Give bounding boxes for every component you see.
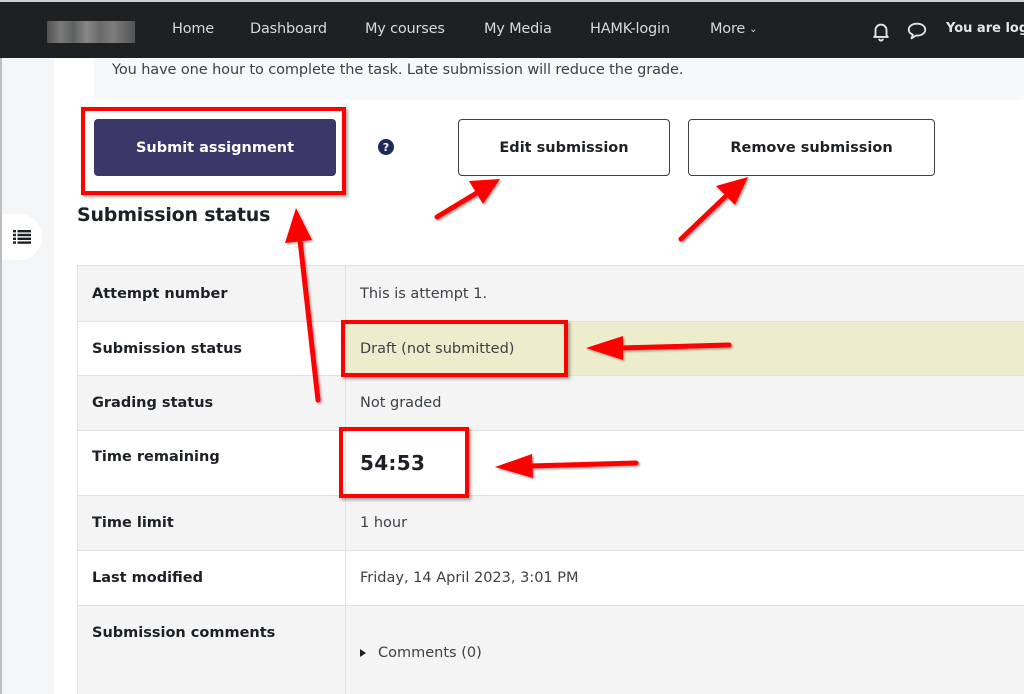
assignment-notice: You have one hour to complete the task. … xyxy=(94,58,1024,100)
site-logo[interactable] xyxy=(47,21,135,43)
caret-right-icon xyxy=(360,649,366,657)
chat-bubble-icon[interactable] xyxy=(906,20,928,42)
table-row: Attempt number This is attempt 1. xyxy=(77,265,1024,322)
comments-toggle[interactable]: Comments (0) xyxy=(360,645,482,661)
row-label: Time limit xyxy=(77,495,346,551)
nav-dashboard[interactable]: Dashboard xyxy=(250,21,327,37)
edit-submission-button[interactable]: Edit submission xyxy=(458,119,670,176)
submit-assignment-button[interactable]: Submit assignment xyxy=(94,119,336,176)
arrow-to-remove xyxy=(678,177,748,242)
row-label: Submission comments xyxy=(77,605,346,694)
course-index-toggle[interactable] xyxy=(2,214,42,260)
row-value: Comments (0) xyxy=(345,605,1024,694)
submission-status-heading: Submission status xyxy=(77,204,271,226)
nav-more[interactable]: More ⌄ xyxy=(710,21,758,37)
table-row: Time limit 1 hour xyxy=(77,495,1024,551)
row-label: Attempt number xyxy=(77,265,346,322)
nav-more-label: More xyxy=(710,21,746,37)
time-remaining-timer: 54:53 xyxy=(360,451,426,475)
chevron-down-icon: ⌄ xyxy=(749,24,758,35)
remove-submission-button[interactable]: Remove submission xyxy=(688,119,935,176)
bell-icon[interactable] xyxy=(870,20,892,42)
row-label: Submission status xyxy=(77,321,346,376)
user-menu[interactable]: You are logg xyxy=(946,21,1024,36)
notice-text: You have one hour to complete the task. … xyxy=(112,62,684,78)
row-value: 1 hour xyxy=(345,495,1024,551)
row-label: Grading status xyxy=(77,375,346,431)
help-icon[interactable]: ? xyxy=(378,139,394,155)
nav-my-courses[interactable]: My courses xyxy=(365,21,445,37)
arrow-to-edit xyxy=(434,179,500,220)
nav-hamk-login[interactable]: HAMK-login xyxy=(590,21,670,37)
table-row: Grading status Not graded xyxy=(77,375,1024,431)
row-value: Not graded xyxy=(345,375,1024,431)
row-label: Last modified xyxy=(77,550,346,606)
table-row: Time remaining 54:53 xyxy=(77,430,1024,496)
nav-home[interactable]: Home xyxy=(172,21,214,37)
submission-status-table: Attempt number This is attempt 1. Submis… xyxy=(77,265,1024,694)
row-value: This is attempt 1. xyxy=(345,265,1024,322)
status-badge: Draft (not submitted) xyxy=(345,321,1024,376)
row-value: Friday, 14 April 2023, 3:01 PM xyxy=(345,550,1024,606)
table-row: Submission status Draft (not submitted) xyxy=(77,321,1024,376)
table-row: Submission comments Comments (0) xyxy=(77,605,1024,694)
left-drawer-strip xyxy=(0,58,54,694)
row-label: Time remaining xyxy=(77,430,346,496)
table-row: Last modified Friday, 14 April 2023, 3:0… xyxy=(77,550,1024,606)
comments-link[interactable]: Comments (0) xyxy=(378,645,482,661)
row-value: 54:53 xyxy=(345,430,1024,496)
nav-my-media[interactable]: My Media xyxy=(484,21,552,37)
top-navbar: Home Dashboard My courses My Media HAMK-… xyxy=(0,0,1024,58)
list-icon xyxy=(13,230,31,244)
